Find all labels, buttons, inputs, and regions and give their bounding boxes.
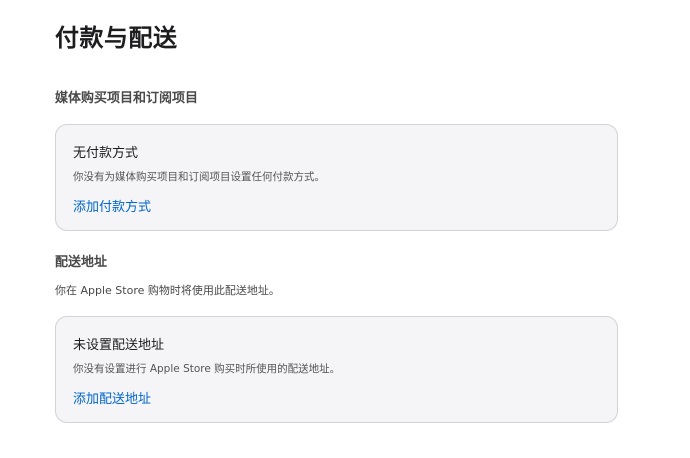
add-payment-method-link[interactable]: 添加付款方式 — [73, 196, 151, 215]
payment-method-card: 无付款方式 你没有为媒体购买项目和订阅项目设置任何付款方式。 添加付款方式 — [55, 124, 618, 231]
shipping-address-section-description: 你在 Apple Store 购物时将使用此配送地址。 — [55, 284, 280, 297]
page-title: 付款与配送 — [55, 24, 178, 52]
shipping-card-title: 未设置配送地址 — [73, 338, 165, 353]
shipping-card-description: 你没有设置进行 Apple Store 购买时所使用的配送地址。 — [73, 363, 341, 375]
shipping-address-card: 未设置配送地址 你没有设置进行 Apple Store 购买时所使用的配送地址。… — [55, 316, 618, 423]
media-purchases-section-title: 媒体购买项目和订阅项目 — [55, 91, 199, 106]
add-shipping-address-link[interactable]: 添加配送地址 — [73, 388, 151, 407]
payment-card-description: 你没有为媒体购买项目和订阅项目设置任何付款方式。 — [73, 171, 325, 183]
payment-card-title: 无付款方式 — [73, 146, 139, 161]
payment-and-shipping-page: 付款与配送 媒体购买项目和订阅项目 无付款方式 你没有为媒体购买项目和订阅项目设… — [0, 0, 690, 458]
shipping-address-section-title: 配送地址 — [55, 255, 108, 270]
